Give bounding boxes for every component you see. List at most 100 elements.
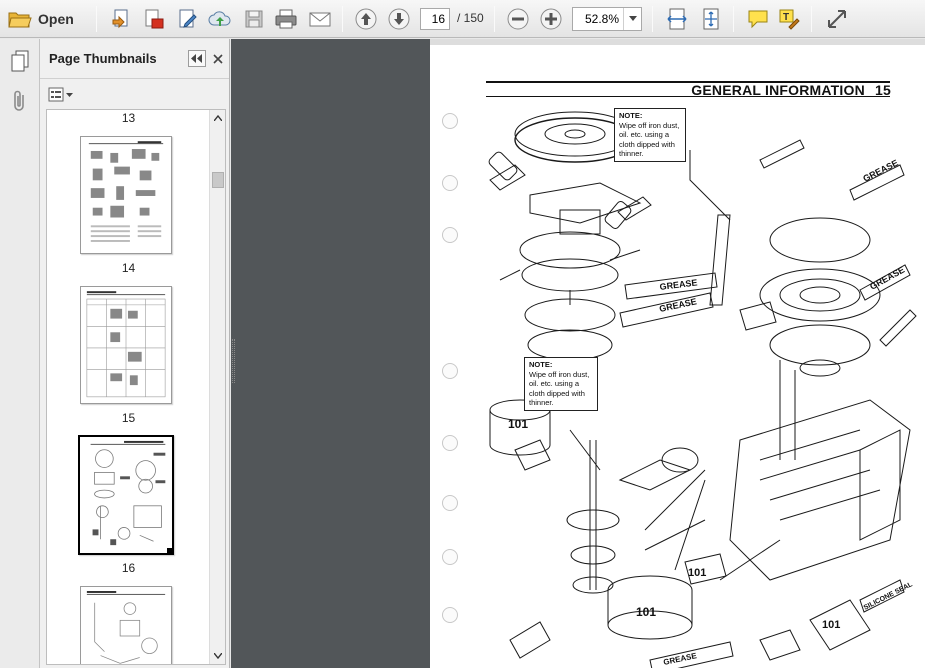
upload-cloud-button[interactable] [206, 4, 234, 34]
collapse-panel-button[interactable] [188, 50, 206, 67]
print-button[interactable] [272, 4, 300, 34]
thumbnail-list[interactable]: 13 14 15 16 [46, 109, 226, 665]
binder-hole [442, 175, 458, 191]
double-chevron-left-icon [191, 54, 202, 63]
note-box-bottom: NOTE: Wipe off iron dust, oil. etc. usin… [524, 357, 598, 411]
email-button[interactable] [306, 4, 334, 34]
floppy-disk-icon [245, 10, 263, 28]
next-page-button[interactable] [385, 4, 413, 34]
edit-document-icon [179, 9, 197, 28]
folder-open-icon [8, 12, 32, 28]
fit-width-icon [667, 8, 687, 30]
oil-can-label: 101 [688, 567, 706, 579]
page-number-input[interactable] [420, 8, 450, 30]
convert-pdf-button[interactable] [140, 4, 168, 34]
pages-icon [11, 50, 29, 72]
zoom-in-button[interactable] [537, 4, 565, 34]
binder-hole [442, 549, 458, 565]
page-preview-image [88, 141, 164, 242]
thumbnail-scrollbar[interactable] [209, 110, 225, 664]
page-total-label: / 150 [457, 11, 484, 25]
thumbnails-panel: Page Thumbnails 13 14 15 16 [40, 39, 230, 668]
binder-hole [442, 227, 458, 243]
save-button[interactable] [240, 4, 268, 34]
toolbar-separator [811, 6, 812, 32]
full-screen-button[interactable] [823, 4, 851, 34]
thumbnail-page-15[interactable] [80, 286, 172, 404]
scroll-up-button[interactable] [210, 110, 225, 126]
toolbar-separator [96, 6, 97, 32]
envelope-icon [309, 12, 331, 27]
fit-page-button[interactable] [697, 4, 725, 34]
page-preview-image [90, 440, 166, 546]
open-button[interactable]: Open [6, 4, 82, 34]
binder-hole [442, 435, 458, 451]
thumbnail-page-16-selected[interactable] [78, 435, 174, 555]
thumbnail-page-17[interactable] [80, 586, 172, 664]
printer-icon [275, 9, 297, 29]
paperclip-icon [14, 90, 24, 111]
note-box-top: NOTE: Wipe off iron dust, oil. etc. usin… [614, 108, 686, 162]
edit-pdf-button[interactable] [174, 4, 202, 34]
panel-title: Page Thumbnails [49, 51, 157, 66]
create-pdf-button[interactable] [108, 4, 136, 34]
page-preview-image [86, 291, 166, 398]
attachments-tab[interactable] [6, 87, 34, 115]
thumbnail-options-button[interactable] [48, 85, 74, 105]
toolbar-separator [733, 6, 734, 32]
thumbnail-label-16: 16 [121, 561, 136, 575]
minus-circle-icon [507, 8, 529, 30]
chevron-down-icon [214, 653, 222, 659]
panel-splitter-handle[interactable] [232, 339, 235, 383]
arrow-up-circle-icon [355, 8, 377, 30]
previous-page-button[interactable] [352, 4, 380, 34]
expand-arrows-icon [828, 10, 846, 28]
page-thumbnails-tab[interactable] [6, 47, 34, 75]
svg-text:T: T [783, 12, 789, 23]
binder-hole [442, 113, 458, 129]
fit-width-button[interactable] [663, 4, 691, 34]
oil-can-label: 101 [636, 605, 656, 619]
toolbar-separator [652, 6, 653, 32]
toolbar-separator [342, 6, 343, 32]
highlight-text-button[interactable]: T [775, 4, 803, 34]
zoom-input[interactable] [573, 8, 623, 30]
thumbnail-label-15: 15 [121, 411, 136, 425]
main-toolbar: Open 16 / 150 52.8% T [0, 0, 925, 38]
scroll-down-button[interactable] [210, 648, 225, 664]
fit-page-icon [703, 8, 719, 30]
close-panel-button[interactable] [210, 50, 226, 67]
thumbnail-label-14: 14 [121, 261, 136, 275]
scrollbar-thumb[interactable] [212, 172, 224, 188]
oil-can-label: 101 [508, 417, 528, 431]
cloud-upload-icon [208, 11, 231, 26]
zoom-select[interactable] [572, 7, 642, 31]
thumbnail-label-13: 13 [121, 111, 136, 125]
selection-handle[interactable] [167, 548, 172, 553]
binder-hole [442, 607, 458, 623]
close-icon [213, 53, 223, 64]
zoom-out-button[interactable] [504, 4, 532, 34]
thumbnail-page-14[interactable] [80, 136, 172, 254]
header-rule-bottom [486, 96, 890, 97]
chevron-up-icon [214, 115, 222, 121]
binder-hole [442, 495, 458, 511]
pdf-convert-icon [145, 9, 164, 29]
binder-hole [442, 363, 458, 379]
page-preview-image [86, 591, 166, 664]
zoom-dropdown-button[interactable] [623, 8, 641, 30]
oil-can-label: 101 [822, 619, 840, 631]
arrow-down-circle-icon [388, 8, 410, 30]
open-label: Open [38, 11, 74, 27]
document-view[interactable]: GENERAL INFORMATION 15 GREASE GREASE GRE… [231, 39, 925, 668]
navigation-rail [0, 39, 40, 668]
speech-bubble-icon [748, 10, 768, 29]
highlighter-icon: T [779, 9, 800, 30]
toolbar-separator [494, 6, 495, 32]
comment-button[interactable] [744, 4, 772, 34]
options-menu-icon [48, 87, 73, 102]
document-page: GENERAL INFORMATION 15 GREASE GREASE GRE… [430, 39, 925, 668]
plus-circle-icon [540, 8, 562, 30]
chevron-down-icon [628, 16, 637, 21]
create-document-icon [112, 9, 128, 29]
